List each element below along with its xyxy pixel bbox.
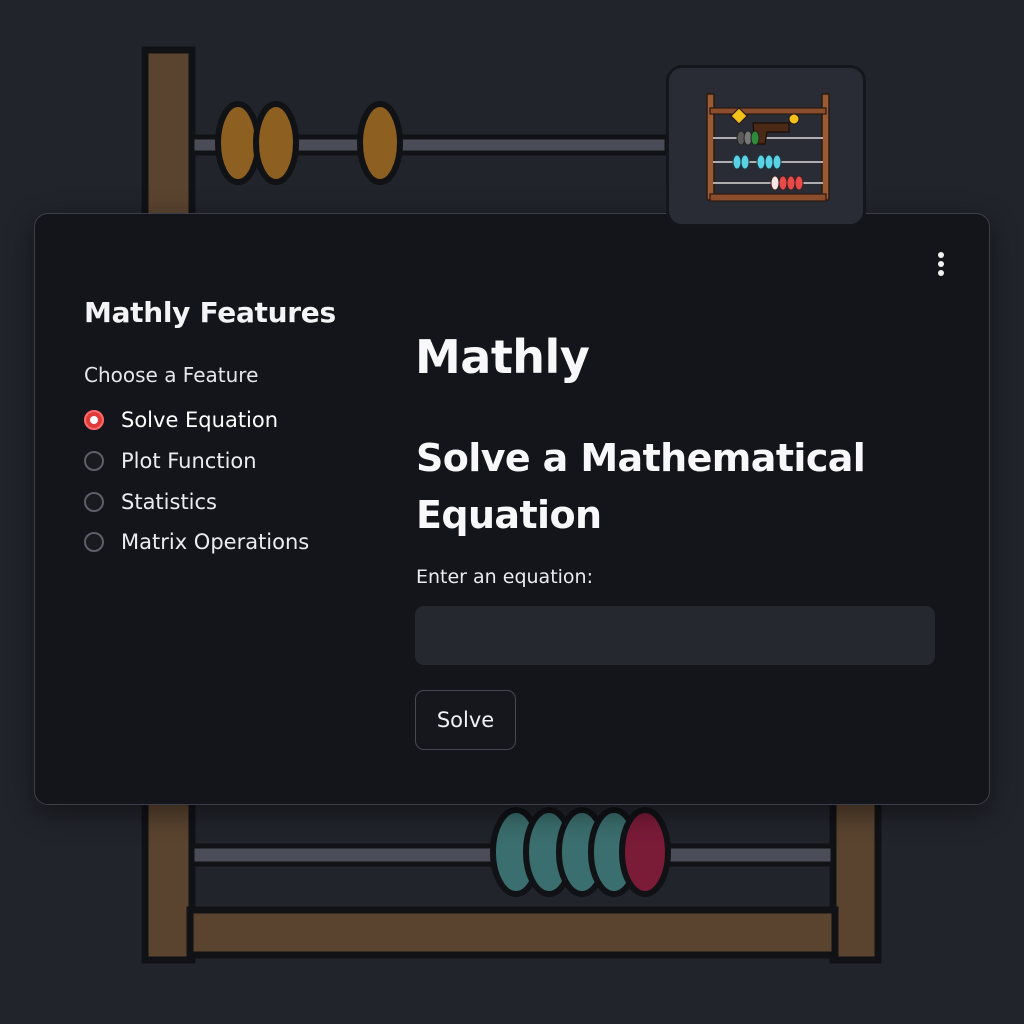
abacus-bead-amber	[215, 101, 261, 185]
abacus-frame-right-post	[829, 786, 882, 964]
equation-input-label: Enter an equation:	[416, 566, 593, 588]
menu-dot	[938, 270, 944, 276]
menu-dot	[938, 252, 944, 258]
radio-button-selected[interactable]	[84, 410, 104, 430]
radio-option-plot-function[interactable]: Plot Function	[84, 448, 257, 474]
abacus-bead-crimson	[619, 807, 671, 897]
radio-option-matrix-operations[interactable]: Matrix Operations	[84, 529, 309, 555]
feature-radio-group-label: Choose a Feature	[84, 363, 259, 387]
equation-input[interactable]	[415, 606, 935, 665]
radio-option-solve-equation[interactable]: Solve Equation	[84, 407, 278, 433]
app-title: Mathly	[415, 330, 590, 384]
abacus-frame-bottom-bar	[186, 906, 839, 959]
radio-button[interactable]	[84, 451, 104, 471]
app-stage: Mathly Features Choose a Feature Solve E…	[0, 0, 1024, 1024]
section-heading-line: Solve a Mathematical	[416, 436, 866, 480]
menu-dot	[938, 261, 944, 267]
section-heading-line: Equation	[416, 493, 602, 537]
radio-option-label: Matrix Operations	[121, 530, 310, 554]
abacus-logo-icon	[666, 65, 866, 227]
sidebar-title: Mathly Features	[84, 296, 336, 329]
radio-button[interactable]	[84, 532, 104, 552]
kebab-menu-icon[interactable]	[926, 248, 956, 282]
radio-option-label: Statistics	[121, 490, 217, 514]
radio-option-statistics[interactable]: Statistics	[84, 489, 217, 515]
abacus-logo-graphic	[706, 93, 830, 202]
radio-option-label: Solve Equation	[121, 408, 279, 432]
radio-button[interactable]	[84, 492, 104, 512]
solve-button[interactable]: Solve	[415, 690, 516, 750]
abacus-bead-amber	[253, 101, 299, 185]
abacus-bead-amber	[357, 101, 403, 185]
radio-option-label: Plot Function	[121, 449, 257, 473]
section-heading: Solve a Mathematical Equation	[416, 430, 866, 544]
